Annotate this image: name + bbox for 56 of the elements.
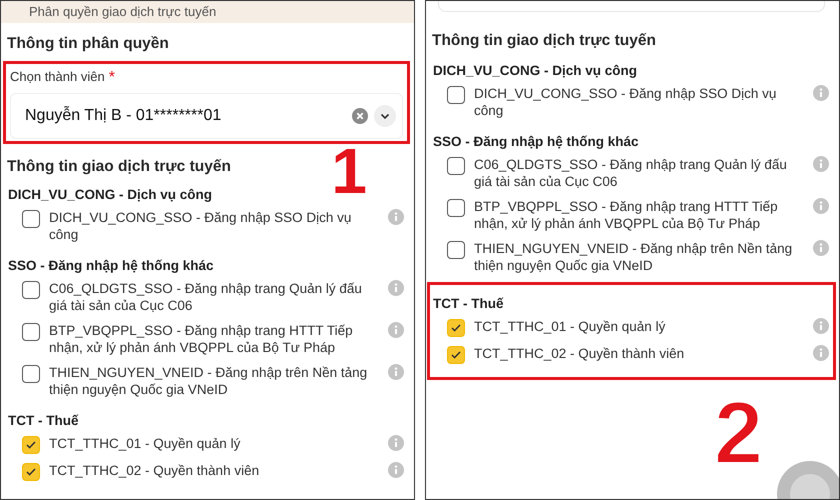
permission-label: THIEN_NGUYEN_VNEID - Đăng nhập trên Nền tảng thiện nguyện Quốc gia VNeID (474, 240, 794, 274)
member-select[interactable]: Nguyễn Thị B - 01********01 (10, 93, 403, 139)
info-icon[interactable] (388, 209, 404, 225)
required-mark: * (108, 69, 115, 87)
checkbox[interactable] (447, 241, 465, 259)
page-header: Phân quyền giao dịch trực tuyến (1, 1, 414, 23)
info-icon[interactable] (813, 156, 829, 172)
info-icon[interactable] (388, 280, 404, 296)
permission-label: BTP_VBQPPL_SSO - Đăng nhập trang HTTT Tiếp nhận, xử lý phản ánh VBQPPL của Bộ Tư Pháp (49, 322, 354, 356)
checkbox[interactable] (447, 157, 465, 175)
section-title: Thông tin giao dịch trực tuyến (7, 158, 232, 176)
checkbox[interactable] (447, 199, 465, 217)
permission-label: DICH_VU_CONG_SSO - Đăng nhập SSO Dịch vụ công (474, 85, 778, 119)
permission-label: DICH_VU_CONG_SSO - Đăng nhập SSO Dịch vụ công (49, 209, 352, 243)
permission-label: C06_QLDGTS_SSO - Đăng nhập trang Quản lý đấu giá tài sản của Cục C06 (474, 156, 788, 190)
check-icon (26, 468, 36, 476)
group-title: TCT - Thuế (433, 296, 504, 311)
group-title: DICH_VU_CONG - Dịch vụ công (8, 187, 214, 202)
clear-icon[interactable] (352, 108, 368, 124)
field-label: Chọn thành viên (10, 69, 105, 86)
section-title: Thông tin giao dịch trực tuyến (432, 32, 657, 50)
permission-label: C06_QLDGTS_SSO - Đăng nhập trang Quản lý đấu giá tài sản của Cục C06 (49, 280, 363, 314)
permission-label: TCT_TTHC_02 - Quyền thành viên (49, 462, 260, 479)
permission-label: BTP_VBQPPL_SSO - Đăng nhập trang HTTT Tiếp nhận, xử lý phản ánh VBQPPL của Bộ Tư Pháp (474, 198, 779, 232)
info-icon[interactable] (388, 364, 404, 380)
step-number: 1 (331, 139, 367, 203)
info-icon[interactable] (388, 435, 404, 451)
info-icon[interactable] (813, 318, 829, 334)
group-title: SSO - Đăng nhập hệ thống khác (8, 258, 215, 273)
checkbox[interactable] (22, 436, 40, 454)
info-icon[interactable] (388, 322, 404, 338)
info-icon[interactable] (388, 462, 404, 478)
permission-label: THIEN_NGUYEN_VNEID - Đăng nhập trên Nền tảng thiện nguyện Quốc gia VNeID (49, 364, 368, 398)
group-title: TCT - Thuế (8, 413, 80, 428)
check-icon (451, 351, 461, 359)
section-title: Thông tin phân quyền (7, 35, 170, 53)
permission-label: TCT_TTHC_01 - Quyền quản lý (49, 435, 242, 452)
checkbox[interactable] (22, 463, 40, 481)
checkbox[interactable] (447, 346, 465, 364)
checkbox[interactable] (22, 281, 40, 299)
permission-label: TCT_TTHC_01 - Quyền quản lý (474, 318, 666, 335)
check-icon (451, 324, 461, 332)
check-icon (26, 441, 36, 449)
group-title: SSO - Đăng nhập hệ thống khác (433, 134, 640, 149)
info-icon[interactable] (813, 85, 829, 101)
checkbox[interactable] (447, 319, 465, 337)
checkbox[interactable] (22, 210, 40, 228)
checkbox[interactable] (22, 323, 40, 341)
checkbox[interactable] (22, 365, 40, 383)
permission-label: TCT_TTHC_02 - Quyền thành viên (474, 345, 686, 362)
checkbox[interactable] (447, 86, 465, 104)
group-title: DICH_VU_CONG - Dịch vụ công (433, 63, 638, 78)
info-icon[interactable] (813, 240, 829, 256)
info-icon[interactable] (813, 345, 829, 361)
info-icon[interactable] (813, 198, 829, 214)
chevron-down-icon[interactable] (374, 105, 396, 127)
